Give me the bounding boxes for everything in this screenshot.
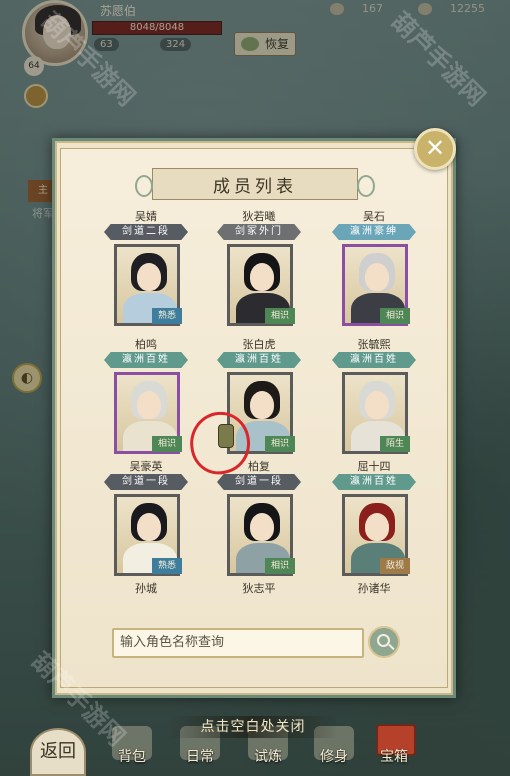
member-rank: 瀛洲百姓 bbox=[332, 474, 416, 490]
member-rank: 剑道一段 bbox=[217, 474, 301, 490]
nav-chest[interactable]: 宝箱 bbox=[380, 746, 408, 766]
relation-tag: 相识 bbox=[265, 558, 295, 574]
member-rank: 剑冢外门 bbox=[217, 224, 301, 240]
member-rank: 瀛洲豪绅 bbox=[332, 224, 416, 240]
member-rank: 剑道一段 bbox=[104, 474, 188, 490]
member-rank: 瀛洲百姓 bbox=[104, 352, 188, 368]
nav-daily[interactable]: 日常 bbox=[186, 746, 214, 766]
tap-to-close-hint: 点击空白处关闭 bbox=[168, 716, 338, 738]
member-name: 狄若曦 bbox=[242, 210, 276, 223]
member-name: 张白虎 bbox=[242, 338, 276, 351]
relation-tag: 相识 bbox=[152, 436, 182, 452]
relation-tag: 熟悉 bbox=[152, 308, 182, 324]
relation-tag: 熟悉 bbox=[152, 558, 182, 574]
nav-bag[interactable]: 背包 bbox=[118, 746, 146, 766]
search-input[interactable]: 输入角色名称查询 bbox=[112, 628, 364, 658]
member-name: 狄志平 bbox=[242, 582, 276, 595]
close-icon[interactable]: ✕ bbox=[414, 128, 456, 170]
member-rank: 剑道二段 bbox=[104, 224, 188, 240]
relation-tag: 敌视 bbox=[380, 558, 410, 574]
relation-tag: 相识 bbox=[265, 436, 295, 452]
member-name: 孙城 bbox=[135, 582, 157, 595]
relation-tag: 相识 bbox=[380, 308, 410, 324]
nav-cultivate[interactable]: 修身 bbox=[320, 746, 348, 766]
back-button[interactable]: 返回 bbox=[30, 728, 86, 776]
member-name: 柏鸣 bbox=[135, 338, 157, 351]
member-name: 吴豪英 bbox=[129, 460, 163, 473]
member-rank: 瀛洲百姓 bbox=[217, 352, 301, 368]
search-icon[interactable] bbox=[368, 626, 400, 658]
pouch-icon bbox=[218, 424, 234, 448]
panel-title: 成员列表 bbox=[135, 168, 375, 200]
relation-tag: 陌生 bbox=[380, 436, 410, 452]
member-name: 孙诸华 bbox=[357, 582, 391, 595]
relation-tag: 相识 bbox=[265, 308, 295, 324]
member-name: 吴婧 bbox=[135, 210, 157, 223]
nav-trial[interactable]: 试炼 bbox=[254, 746, 282, 766]
member-name: 吴石 bbox=[363, 210, 385, 223]
member-name: 屈十四 bbox=[357, 460, 391, 473]
member-name: 张毓熙 bbox=[357, 338, 391, 351]
member-rank: 瀛洲百姓 bbox=[332, 352, 416, 368]
